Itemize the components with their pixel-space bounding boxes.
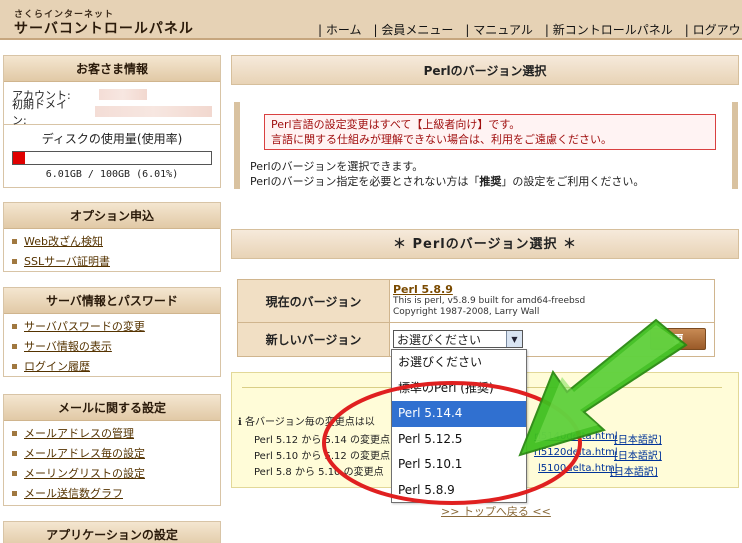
current-version-detail-1: This is perl, v5.8.9 built for amd64-fre…: [393, 296, 586, 306]
current-version-row: 現在のバージョン Perl 5.8.9 This is perl, v5.8.9…: [238, 280, 714, 323]
back-to-top-link[interactable]: >> トップへ戻る <<: [441, 503, 551, 519]
server-panel: サーバ情報とパスワード サーバパスワードの変更 サーバ情報の表示 ログイン履歴: [3, 287, 221, 377]
bullet-icon: [12, 450, 17, 456]
bullet-icon: [12, 490, 17, 496]
changes-line-3: Perl 5.8 から 5.10 の変更点: [254, 467, 384, 478]
sidebar-item-mail-address[interactable]: メールアドレスの管理: [12, 423, 212, 443]
warning-line-1: Perl言語の設定変更はすべて【上級者向け】です。: [271, 118, 521, 131]
version-select-value: お選びください: [397, 332, 482, 347]
sidebar-link[interactable]: メーリングリストの設定: [24, 465, 145, 481]
sidebar-link[interactable]: メール送信数グラフ: [24, 485, 123, 501]
notice-line-2-bold: 推奨: [479, 175, 502, 188]
disk-usage-value: 6.01GB / 100GB (6.01%): [45, 169, 179, 180]
dropdown-option[interactable]: Perl 5.8.9: [392, 478, 526, 504]
bullet-icon: [12, 470, 17, 476]
sidebar-item-server-password[interactable]: サーバパスワードの変更: [12, 316, 212, 336]
sidebar-link[interactable]: サーバ情報の表示: [24, 338, 112, 354]
notice-line-2-post: 」の設定をご利用ください。: [501, 175, 645, 188]
customer-info-title: お客さま情報: [4, 56, 220, 82]
warning-line-2: 言語に関する仕組みが理解できない場合は、利用をご遠慮ください。: [271, 133, 612, 146]
options-title: オプション申込: [4, 203, 220, 229]
bullet-icon: [12, 323, 17, 329]
nav-home[interactable]: ホーム: [318, 21, 362, 38]
nav-logout[interactable]: ログアウト: [685, 21, 742, 38]
page-title: Perlのバージョン選択: [231, 55, 739, 85]
current-version-cell: Perl 5.8.9 This is perl, v5.8.9 built fo…: [390, 280, 714, 322]
header-bar: さくらインターネット サーバコントロールパネル ホーム 会員メニュー マニュアル…: [0, 0, 742, 40]
changes-intro: ℹ 各バージョン毎の変更点は以: [238, 413, 375, 428]
chevron-down-icon[interactable]: ▼: [506, 331, 522, 347]
sidebar-item-mail-settings[interactable]: メールアドレス毎の設定: [12, 443, 212, 463]
disk-usage-fill: [13, 152, 25, 164]
notice-line-1: Perlのバージョンを選択できます。: [250, 160, 424, 173]
disk-usage-bar: [12, 151, 212, 165]
dropdown-option[interactable]: Perl 5.10.1: [392, 452, 526, 478]
nav-manual[interactable]: マニュアル: [465, 21, 533, 38]
notice-line-2-pre: Perlのバージョン指定を必要とされない方は「: [250, 175, 480, 188]
delta-link-2[interactable]: rl5120delta.html: [534, 447, 618, 458]
dropdown-option-selected[interactable]: Perl 5.14.4: [392, 401, 526, 427]
section-title: ＊ Perlのバージョン選択 ＊: [231, 229, 739, 259]
notice-line-2: Perlのバージョン指定を必要とされない方は「推奨」の設定をご利用ください。: [250, 174, 644, 189]
info-icon: ℹ: [238, 417, 242, 428]
apps-panel: アプリケーションの設定: [3, 521, 221, 543]
mail-panel: メールに関する設定 メールアドレスの管理 メールアドレス毎の設定 メーリングリス…: [3, 394, 221, 506]
sidebar-item-ssl[interactable]: SSLサーバ証明書: [12, 251, 212, 271]
sidebar-link[interactable]: ログイン履歴: [24, 358, 90, 374]
options-panel: オプション申込 Web改ざん検知 SSLサーバ証明書: [3, 202, 221, 272]
sidebar-link[interactable]: Web改ざん検知: [24, 233, 103, 249]
change-button[interactable]: 更: [650, 328, 706, 350]
sidebar-item-mailing-list[interactable]: メーリングリストの設定: [12, 463, 212, 483]
nav-new-control-panel[interactable]: 新コントロールパネル: [545, 21, 673, 38]
bullet-icon: [12, 430, 17, 436]
server-title: サーバ情報とパスワード: [4, 288, 220, 314]
sidebar-link[interactable]: メールアドレス毎の設定: [24, 445, 145, 461]
account-value-redacted: [98, 89, 147, 100]
jp-translation-link-3[interactable]: [日本語訳]: [610, 463, 658, 478]
changes-line-2: Perl 5.10 から 5.12 の変更点: [254, 451, 390, 462]
warning-box: Perl言語の設定変更はすべて【上級者向け】です。 言語に関する仕組みが理解でき…: [264, 114, 716, 150]
current-version-label: 現在のバージョン: [238, 280, 390, 322]
mail-title: メールに関する設定: [4, 395, 220, 421]
bullet-icon: [12, 258, 17, 264]
current-version-name: Perl 5.8.9: [393, 283, 453, 296]
sidebar-link[interactable]: サーバパスワードの変更: [24, 318, 145, 334]
version-select[interactable]: お選びください ▼: [393, 330, 523, 348]
changes-intro-text: 各バージョン毎の変更点は以: [245, 417, 375, 428]
disk-usage-label: ディスクの使用量(使用率): [41, 132, 183, 146]
bullet-icon: [12, 343, 17, 349]
delta-link-3[interactable]: l5100delta.html: [538, 463, 618, 474]
dropdown-option[interactable]: 標準のPerl (推奨): [392, 376, 526, 402]
new-version-label: 新しいバージョン: [238, 323, 390, 356]
sidebar-link[interactable]: メールアドレスの管理: [24, 425, 134, 441]
apps-title: アプリケーションの設定: [4, 522, 220, 543]
notice-box: Perl言語の設定変更はすべて【上級者向け】です。 言語に関する仕組みが理解でき…: [234, 102, 738, 189]
domain-row: 初期ドメイン:: [12, 98, 212, 127]
sidebar-item-server-info[interactable]: サーバ情報の表示: [12, 336, 212, 356]
sidebar-link[interactable]: SSLサーバ証明書: [24, 253, 110, 269]
top-nav: ホーム 会員メニュー マニュアル 新コントロールパネル ログアウト: [318, 21, 742, 38]
delta-link-1[interactable]: rl5140delta.html: [534, 431, 618, 442]
version-dropdown-list: お選びください 標準のPerl (推奨) Perl 5.14.4 Perl 5.…: [391, 349, 527, 503]
logo-title: サーバコントロールパネル: [14, 21, 194, 37]
jp-translation-link-2[interactable]: [日本語訳]: [614, 447, 662, 462]
current-version-detail-2: Copyright 1987-2008, Larry Wall: [393, 307, 540, 317]
customer-info-panel: お客さま情報 アカウント: 初期ドメイン: ディスクの使用量(使用率) 6.01…: [3, 55, 221, 188]
version-table: 現在のバージョン Perl 5.8.9 This is perl, v5.8.9…: [237, 279, 715, 357]
bullet-icon: [12, 238, 17, 244]
nav-member-menu[interactable]: 会員メニュー: [374, 21, 453, 38]
changes-line-1: Perl 5.12 から 5.14 の変更点: [254, 435, 390, 446]
bullet-icon: [12, 363, 17, 369]
domain-label: 初期ドメイン:: [12, 97, 67, 127]
notice-text: Perlのバージョンを選択できます。 Perlのバージョン指定を必要とされない方…: [250, 159, 644, 189]
jp-translation-link-1[interactable]: [日本語訳]: [614, 431, 662, 446]
domain-value-redacted: [95, 106, 212, 117]
dropdown-option[interactable]: Perl 5.12.5: [392, 427, 526, 453]
sidebar-item-web-tamper[interactable]: Web改ざん検知: [12, 231, 212, 251]
dropdown-option[interactable]: お選びください: [392, 350, 526, 376]
sidebar-item-login-history[interactable]: ログイン履歴: [12, 356, 212, 376]
sidebar-item-mail-graph[interactable]: メール送信数グラフ: [12, 483, 212, 503]
